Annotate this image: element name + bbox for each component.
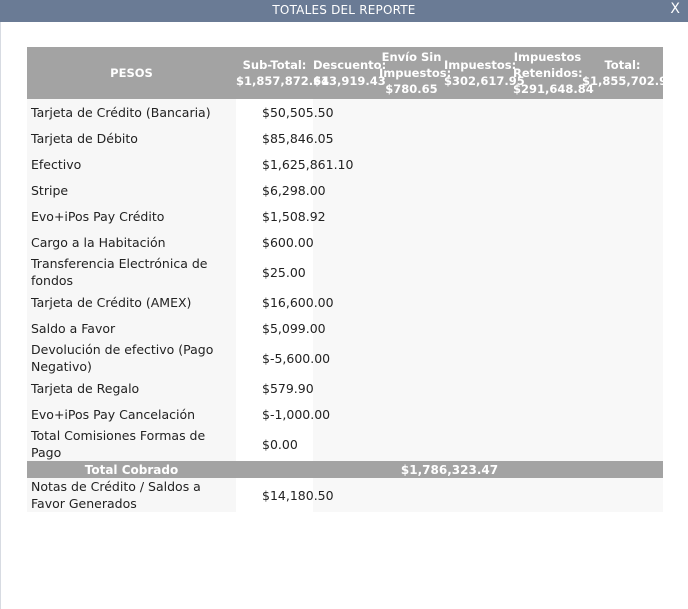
table-row: Devolución de efectivo (Pago Negativo) $-… (27, 341, 663, 375)
table-row: Saldo a Favor $5,099.00 (27, 315, 663, 341)
table-row: Evo+iPos Pay Crédito $1,508.92 (27, 203, 663, 229)
payment-method-name: Total Comisiones Formas de Pago (27, 427, 236, 461)
header-total-label: Total: (604, 58, 641, 72)
total-cobrado-label: Total Cobrado (27, 461, 236, 478)
header-total-value: $1,855,702.97 (582, 74, 676, 88)
payment-method-name: Tarjeta de Crédito (Bancaria) (27, 99, 236, 125)
header-subtotal-value: $1,857,872.64 (236, 74, 330, 88)
payment-method-subtotal: $5,099.00 (236, 315, 326, 341)
header-impuestos: Impuestos: $302,617.95 (444, 47, 525, 99)
table-row: Cargo a la Habitación $600.00 (27, 229, 663, 255)
table-row: Tarjeta de Crédito (AMEX) $16,600.00 (27, 289, 663, 315)
dialog-titlebar: TOTALES DEL REPORTE X (0, 0, 688, 22)
header-subtotal-label: Sub-Total: (242, 58, 307, 72)
totals-table-container: PESOS Sub-Total: $1,857,872.64 Descuento… (27, 47, 676, 512)
notes-row: Notas de Crédito / Saldos a Favor Genera… (27, 478, 663, 512)
dialog-title: TOTALES DEL REPORTE (272, 3, 416, 17)
total-cobrado-row: Total Cobrado $1,786,323.47 (27, 461, 663, 478)
payment-method-subtotal: $-1,000.00 (236, 401, 330, 427)
payment-method-subtotal: $600.00 (236, 229, 314, 255)
notes-name: Notas de Crédito / Saldos a Favor Genera… (27, 478, 236, 512)
totals-table: PESOS Sub-Total: $1,857,872.64 Descuento… (27, 47, 676, 512)
payment-method-subtotal: $50,505.50 (236, 99, 334, 125)
payment-method-subtotal: $0.00 (236, 427, 313, 461)
header-impuestos-value: $302,617.95 (444, 74, 525, 88)
table-row: Tarjeta de Débito $85,846.05 (27, 125, 663, 151)
payment-method-subtotal: $-5,600.00 (236, 341, 330, 375)
payment-method-name: Transferencia Electrónica de fondos (27, 255, 236, 289)
header-envio-label-2: Impuestos: (379, 66, 452, 80)
payment-method-subtotal: $85,846.05 (236, 125, 334, 151)
table-row: Tarjeta de Crédito (Bancaria) $50,505.50 (27, 99, 663, 125)
table-row: Stripe $6,298.00 (27, 177, 663, 203)
payment-method-name: Evo+iPos Pay Crédito (27, 203, 236, 229)
header-retenidos-label-1: Impuestos (513, 50, 582, 64)
payment-method-subtotal: $579.90 (236, 375, 314, 401)
header-row: PESOS Sub-Total: $1,857,872.64 Descuento… (27, 47, 676, 99)
payment-method-name: Efectivo (27, 151, 236, 177)
header-impuestos-label: Impuestos: (444, 58, 517, 72)
header-pesos: PESOS (27, 47, 236, 99)
header-retenidos-value: $291,648.84 (513, 82, 594, 96)
table-row: Total Comisiones Formas de Pago $0.00 (27, 427, 663, 461)
table-row: Tarjeta de Regalo $579.90 (27, 375, 663, 401)
payment-method-subtotal: $6,298.00 (236, 177, 326, 203)
table-row: Transferencia Electrónica de fondos $25.0… (27, 255, 663, 289)
total-cobrado-value: $1,786,323.47 (236, 461, 663, 478)
payment-method-name: Devolución de efectivo (Pago Negativo) (27, 341, 236, 375)
payment-method-name: Stripe (27, 177, 236, 203)
payment-method-name: Saldo a Favor (27, 315, 236, 341)
header-subtotal: Sub-Total: $1,857,872.64 (236, 47, 330, 99)
header-envio: Envío Sin Impuestos: $780.65 (379, 47, 452, 99)
payment-method-name: Evo+iPos Pay Cancelación (27, 401, 236, 427)
payment-method-name: Cargo a la Habitación (27, 229, 236, 255)
payment-method-name: Tarjeta de Crédito (AMEX) (27, 289, 236, 315)
header-retenidos: Impuestos Retenidos: $291,648.84 (513, 47, 594, 99)
header-descuento-label: Descuento: (313, 58, 387, 72)
payment-method-subtotal: $1,508.92 (236, 203, 326, 229)
table-row: Efectivo $1,625,861.10 (27, 151, 663, 177)
header-envio-value: $780.65 (385, 82, 438, 96)
header-total: Total: $1,855,702.97 (582, 47, 676, 99)
payment-method-name: Tarjeta de Débito (27, 125, 236, 151)
notes-value: $14,180.50 (236, 478, 334, 512)
payment-method-subtotal: $1,625,861.10 (236, 151, 353, 177)
payment-method-name: Tarjeta de Regalo (27, 375, 236, 401)
dialog-left-border (0, 22, 1, 609)
payment-method-subtotal: $25.00 (236, 255, 313, 289)
header-descuento-value: $13,919.43 (313, 74, 386, 88)
table-row: Evo+iPos Pay Cancelación $-1,000.00 (27, 401, 663, 427)
payment-method-subtotal: $16,600.00 (236, 289, 334, 315)
close-icon[interactable]: X (670, 1, 680, 17)
header-envio-label-1: Envío Sin (381, 50, 442, 64)
header-descuento: Descuento: $13,919.43 (313, 47, 387, 99)
header-retenidos-label-2: Retenidos: (513, 66, 583, 80)
